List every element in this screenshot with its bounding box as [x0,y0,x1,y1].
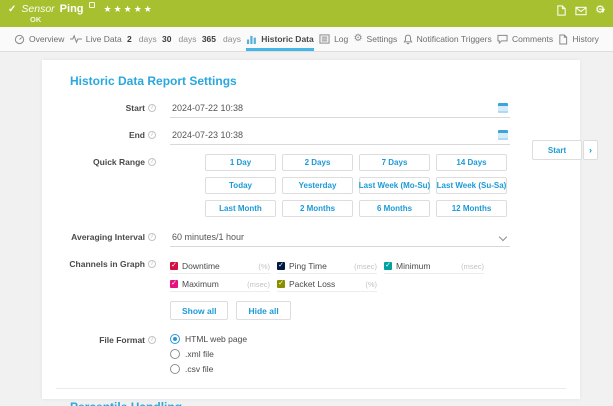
log-list-icon [319,34,330,44]
quick-range-button[interactable]: 7 Days [359,154,430,171]
info-icon[interactable]: i [148,131,156,139]
quick-range-button[interactable]: Last Month [205,200,276,217]
start-report-button[interactable]: Start [532,140,582,160]
quick-range-row: Quick Range i 1 Day 2 Days 7 Days 14 Day… [42,154,580,217]
bell-icon [403,34,413,45]
quick-range-button[interactable]: Last Week (Su-Sa) [436,177,507,194]
context-menu-button[interactable]: ⚙ ▾ [595,5,605,16]
sensor-tag-icon [89,2,95,8]
quick-range-button[interactable]: 2 Months [282,200,353,217]
tab-overview[interactable]: Overview [14,27,64,51]
start-report-group: Start › [532,140,598,160]
gear-icon: ⚙ [354,34,363,44]
caret-down-icon: ▾ [601,7,605,15]
averaging-row: Averaging Interval i 60 minutes/1 hour [42,229,580,247]
channel-checkbox[interactable]: ✓ [277,262,285,270]
tab-history[interactable]: History [558,27,598,51]
tab-settings[interactable]: ⚙ Settings [354,27,398,51]
end-date-input[interactable]: 2024-07-23 10:38 [170,127,510,145]
channels-in-graph-label: Channels in Graph [69,259,145,269]
quick-range-button[interactable]: 14 Days [436,154,507,171]
channel-checkbox[interactable]: ✓ [170,280,178,288]
quick-range-button[interactable]: 6 Months [359,200,430,217]
sensor-header: ✓ Sensor Ping ★★★★★ OK ⚙ ▾ [0,0,613,27]
file-format-option-html[interactable]: HTML web page [170,334,247,344]
radio [170,349,180,359]
tab-2-days[interactable]: 2days [127,27,157,51]
report-icon[interactable] [556,5,567,16]
channel-checkbox[interactable]: ✓ [170,262,178,270]
email-icon[interactable] [575,6,587,16]
tab-live-data[interactable]: Live Data [70,27,122,51]
chevron-down-icon [499,233,507,241]
averaging-interval-select[interactable]: 60 minutes/1 hour [170,229,510,247]
channel-maximum: ✓ Maximum (msec) [170,279,270,292]
tab-historic-data[interactable]: Historic Data [246,27,313,51]
quick-range-button[interactable]: 2 Days [282,154,353,171]
channel-checkbox[interactable]: ✓ [277,280,285,288]
info-icon[interactable]: i [148,233,156,241]
priority-stars[interactable]: ★★★★★ [104,4,154,15]
end-row: End i 2024-07-23 10:38 [42,127,580,145]
channel-ping-time: ✓ Ping Time (msec) [277,261,377,274]
tab-log[interactable]: Log [319,27,348,51]
start-date-input[interactable]: 2024-07-22 10:38 [170,100,510,118]
tab-30-days[interactable]: 30days [162,27,196,51]
quick-range-button[interactable]: Last Week (Mo-Su) [359,177,430,194]
file-format-option-xml[interactable]: .xml file [170,349,247,359]
quick-range-label: Quick Range [93,157,145,167]
tab-365-days[interactable]: 365days [202,27,241,51]
info-icon[interactable]: i [148,336,156,344]
bar-chart-icon [246,34,257,44]
averaging-interval-label: Averaging Interval [71,232,145,242]
show-all-button[interactable]: Show all [170,301,228,320]
start-label: Start [126,103,145,113]
radio-selected [170,334,180,344]
start-arrow-button[interactable]: › [583,140,598,160]
radio [170,364,180,374]
percentile-section-title: Percentile Handling [70,400,580,406]
history-page-icon [558,34,568,45]
settings-card: Historic Data Report Settings Start i 20… [42,60,580,399]
quick-range-button[interactable]: Yesterday [282,177,353,194]
calendar-icon[interactable] [498,103,508,113]
page-title: Historic Data Report Settings [70,74,580,88]
calendar-icon[interactable] [498,130,508,140]
file-format-row: File Format i HTML web page .xml file .c… [42,332,580,374]
quick-range-button[interactable]: 1 Day [205,154,276,171]
tab-comments[interactable]: Comments [497,27,553,51]
channel-downtime: ✓ Downtime (%) [170,261,270,274]
end-label: End [129,130,145,140]
tab-notification-triggers[interactable]: Notification Triggers [403,27,492,51]
speech-bubble-icon [497,34,508,44]
section-divider [56,388,566,389]
prtg-window: ✓ Sensor Ping ★★★★★ OK ⚙ ▾ Overview Live… [0,0,613,406]
channel-checkbox[interactable]: ✓ [384,262,392,270]
hide-all-button[interactable]: Hide all [236,301,290,320]
sensor-kind-label: Sensor [21,3,54,15]
file-format-label: File Format [99,335,145,345]
channel-packet-loss: ✓ Packet Loss (%) [277,279,377,292]
channel-minimum: ✓ Minimum (msec) [384,261,484,274]
sensor-name: Ping [60,3,84,15]
file-format-option-csv[interactable]: .csv file [170,364,247,374]
quick-range-button[interactable]: 12 Months [436,200,507,217]
pulse-icon [70,34,82,44]
start-row: Start i 2024-07-22 10:38 [42,100,580,118]
quick-range-button[interactable]: Today [205,177,276,194]
channels-row: Channels in Graph i ✓ Downtime (%) ✓ [42,258,580,320]
tab-bar: Overview Live Data 2days 30days 365days … [0,27,613,52]
info-icon[interactable]: i [148,158,156,166]
status-badge: OK [30,15,41,24]
gauge-icon [14,34,25,45]
info-icon[interactable]: i [148,260,156,268]
info-icon[interactable]: i [148,104,156,112]
status-check-icon: ✓ [8,4,16,15]
